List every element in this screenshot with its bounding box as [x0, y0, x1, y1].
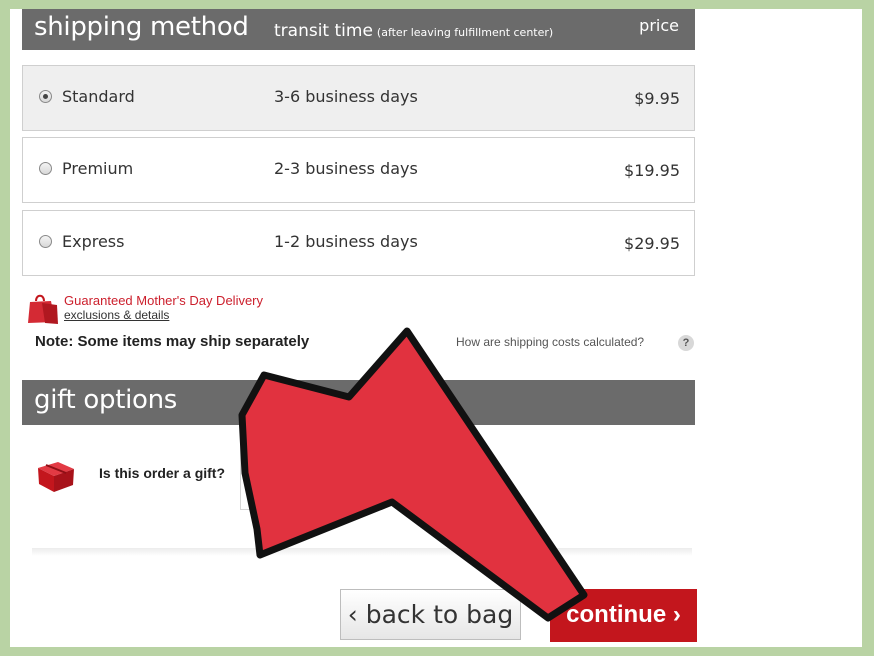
continue-button[interactable]: continue ›: [550, 589, 697, 642]
radio-standard[interactable]: [39, 90, 52, 103]
shipping-option-standard[interactable]: Standard 3-6 business days $9.95: [22, 65, 695, 131]
shopping-bag-icon: [28, 294, 58, 324]
help-icon[interactable]: ?: [678, 335, 694, 351]
section-divider: [32, 548, 692, 556]
exclusions-link[interactable]: exclusions & details: [64, 308, 169, 322]
gift-options-heading: gift options: [34, 385, 178, 415]
gift-yes-option[interactable]: yes: [240, 440, 370, 510]
shipping-option-premium[interactable]: Premium 2-3 business days $19.95: [22, 137, 695, 203]
transit-time-note: (after leaving fulfillment center): [376, 26, 554, 39]
transit-time-label: transit time: [274, 21, 373, 41]
promo-title: Guaranteed Mother's Day Delivery: [64, 293, 264, 308]
gift-box-icon: [38, 462, 74, 492]
option-name: Express: [62, 232, 125, 251]
option-transit: 3-6 business days: [274, 87, 418, 106]
option-transit: 2-3 business days: [274, 159, 418, 178]
shipping-note: Note: Some items may ship separately: [35, 333, 310, 350]
shipping-option-express[interactable]: Express 1-2 business days $29.95: [22, 210, 695, 276]
radio-gift-yes[interactable]: [257, 469, 270, 482]
shipping-header-bar: shipping method transit time (after leavi…: [22, 9, 695, 50]
shipping-costs-help-link[interactable]: How are shipping costs calculated?: [456, 335, 644, 349]
gift-question: Is this order a gift?: [99, 465, 226, 481]
transit-time-heading: transit time (after leaving fulfillment c…: [274, 21, 553, 41]
back-to-bag-button[interactable]: ‹ back to bag: [340, 589, 521, 640]
checkout-panel: shipping method transit time (after leavi…: [10, 9, 862, 647]
gift-yes-label: yes: [281, 465, 310, 484]
option-name: Standard: [62, 87, 135, 106]
option-price: $9.95: [634, 89, 680, 108]
option-price: $29.95: [624, 234, 680, 253]
gift-options-header-bar: gift options: [22, 380, 695, 425]
radio-premium[interactable]: [39, 162, 52, 175]
option-transit: 1-2 business days: [274, 232, 418, 251]
shipping-method-heading: shipping method: [34, 12, 249, 42]
option-price: $19.95: [624, 161, 680, 180]
radio-express[interactable]: [39, 235, 52, 248]
option-name: Premium: [62, 159, 134, 178]
price-heading: price: [639, 16, 679, 35]
